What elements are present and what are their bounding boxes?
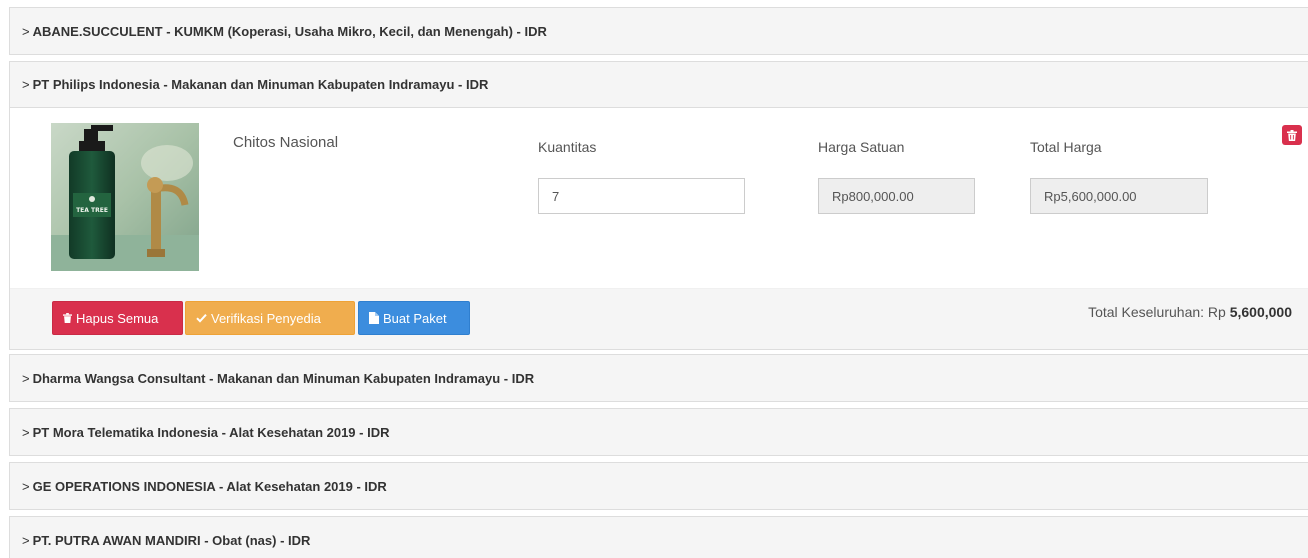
product-image: TEA TREE xyxy=(51,123,199,271)
vendor-panel-header[interactable]: > PT. PUTRA AWAN MANDIRI - Obat (nas) - … xyxy=(10,517,1308,558)
vendor-title: ABANE.SUCCULENT - KUMKM (Koperasi, Usaha… xyxy=(32,23,547,39)
grand-total-label: Total Keseluruhan: Rp xyxy=(1088,304,1230,320)
chevron-right-icon: > xyxy=(22,532,30,548)
vendor-panel-header[interactable]: > PT Mora Telematika Indonesia - Alat Ke… xyxy=(10,409,1308,455)
vendor-panel: > ABANE.SUCCULENT - KUMKM (Koperasi, Usa… xyxy=(9,7,1308,55)
vendor-panel: > Dharma Wangsa Consultant - Makanan dan… xyxy=(9,354,1308,402)
vendor-panel: > PT. PUTRA AWAN MANDIRI - Obat (nas) - … xyxy=(9,516,1308,558)
file-icon xyxy=(369,312,379,324)
check-icon xyxy=(196,314,207,323)
vendor-panel-header[interactable]: > Dharma Wangsa Consultant - Makanan dan… xyxy=(10,355,1308,401)
cart-footer: Hapus Semua Verifikasi Penyedia Buat Pak… xyxy=(10,288,1308,349)
vendor-panel: > PT Mora Telematika Indonesia - Alat Ke… xyxy=(9,408,1308,456)
vendor-panel: > GE OPERATIONS INDONESIA - Alat Kesehat… xyxy=(9,462,1308,510)
unit-price-field: Rp800,000.00 xyxy=(818,178,975,214)
product-name: Chitos Nasional xyxy=(233,134,339,151)
create-package-button[interactable]: Buat Paket xyxy=(358,301,470,335)
vendor-title: GE OPERATIONS INDONESIA - Alat Kesehatan… xyxy=(32,478,387,494)
vendor-title: Dharma Wangsa Consultant - Makanan dan M… xyxy=(32,370,535,386)
trash-icon xyxy=(63,313,72,323)
cart-item: TEA TREE Chitos Nasional Kuantitas Harga… xyxy=(10,108,1308,288)
chevron-right-icon: > xyxy=(22,370,30,386)
unit-price-label: Harga Satuan xyxy=(818,139,905,155)
delete-item-button[interactable] xyxy=(1282,125,1302,145)
chevron-right-icon: > xyxy=(22,77,30,92)
vendor-panel-header[interactable]: > PT Philips Indonesia - Makanan dan Min… xyxy=(10,62,1308,108)
quantity-input[interactable] xyxy=(538,178,745,214)
vendor-panel-header[interactable]: > ABANE.SUCCULENT - KUMKM (Koperasi, Usa… xyxy=(10,8,1308,54)
vendor-panel-header[interactable]: > GE OPERATIONS INDONESIA - Alat Kesehat… xyxy=(10,463,1308,509)
total-price-label: Total Harga xyxy=(1030,139,1102,155)
create-package-label: Buat Paket xyxy=(383,310,447,326)
chevron-right-icon: > xyxy=(22,23,30,39)
vendor-title: PT Mora Telematika Indonesia - Alat Kese… xyxy=(32,424,390,440)
chevron-right-icon: > xyxy=(22,424,30,440)
product-label: TEA TREE xyxy=(76,207,108,214)
vendor-title: PT. PUTRA AWAN MANDIRI - Obat (nas) - ID… xyxy=(32,532,311,548)
delete-all-label: Hapus Semua xyxy=(76,310,159,326)
total-price-field: Rp5,600,000.00 xyxy=(1030,178,1208,214)
trash-icon xyxy=(1287,129,1297,141)
vendor-title: PT Philips Indonesia - Makanan dan Minum… xyxy=(32,77,489,92)
verify-vendor-label: Verifikasi Penyedia xyxy=(211,310,321,326)
grand-total: Total Keseluruhan: Rp 5,600,000 xyxy=(1088,304,1292,320)
delete-all-button[interactable]: Hapus Semua xyxy=(52,301,183,335)
chevron-right-icon: > xyxy=(22,478,30,494)
quantity-label: Kuantitas xyxy=(538,139,597,155)
vendor-panel-expanded: > PT Philips Indonesia - Makanan dan Min… xyxy=(9,61,1308,350)
cart-page: > ABANE.SUCCULENT - KUMKM (Koperasi, Usa… xyxy=(0,0,1308,558)
grand-total-value: 5,600,000 xyxy=(1229,304,1292,320)
verify-vendor-button[interactable]: Verifikasi Penyedia xyxy=(185,301,355,335)
